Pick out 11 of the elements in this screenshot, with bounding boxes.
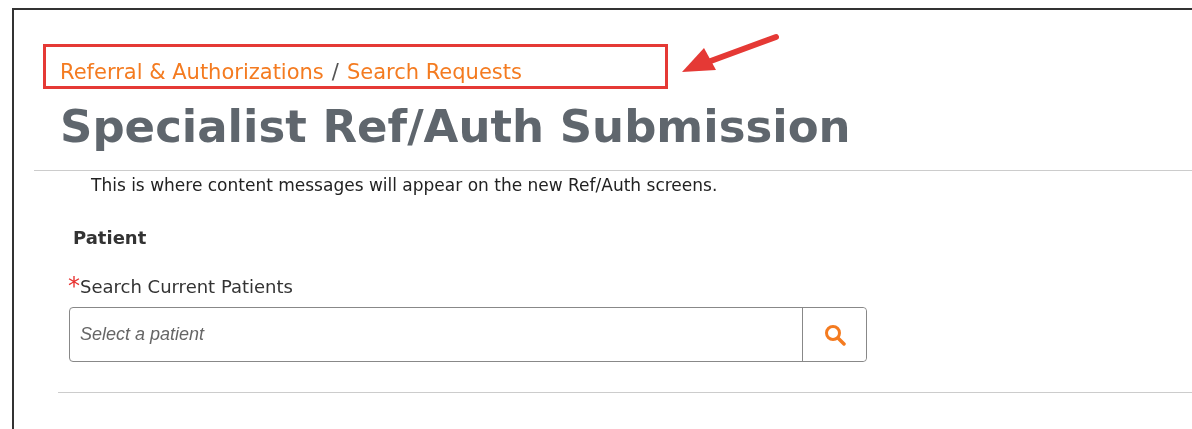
breadcrumb-link[interactable]: Referral & Authorizations xyxy=(60,60,324,84)
required-mark: * xyxy=(68,276,80,296)
breadcrumb-link[interactable]: Search Requests xyxy=(346,60,522,84)
arrow-icon xyxy=(680,32,780,72)
search-button[interactable] xyxy=(802,308,866,361)
search-icon xyxy=(823,323,846,346)
page-title: Specialist Ref/Auth Submission xyxy=(60,99,852,155)
section-heading: Patient xyxy=(73,227,148,248)
field-label: Search Current Patients xyxy=(80,276,293,297)
content-message: This is where content messages will appear on the new Ref/Auth screens. xyxy=(91,175,719,195)
breadcrumb-separator: / xyxy=(331,60,339,84)
